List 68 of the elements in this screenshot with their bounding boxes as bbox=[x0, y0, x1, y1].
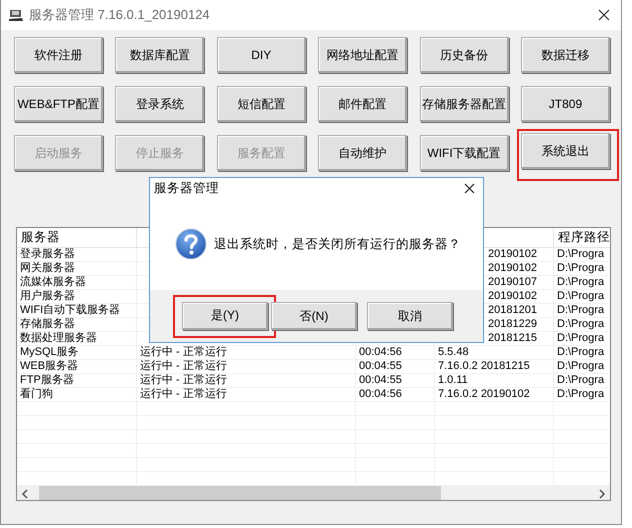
table-cell: 网关服务器 bbox=[20, 262, 75, 275]
table-cell: 流媒体服务器 bbox=[20, 276, 86, 289]
table-cell: 20190102 bbox=[488, 290, 537, 303]
dialog-button[interactable]: 取消 bbox=[367, 302, 453, 330]
table-cell: 7.16.0.2 20181215 bbox=[438, 360, 530, 373]
table-cell: 20181229 bbox=[488, 318, 537, 331]
table-cell: D:\Progra bbox=[557, 290, 604, 303]
table-cell: 登录服务器 bbox=[20, 248, 75, 261]
table-cell: MySQL服务 bbox=[20, 346, 79, 359]
window-title: 服务器管理 7.16.0.1_20190124 bbox=[29, 6, 211, 24]
dialog-button[interactable]: 是(Y) bbox=[182, 302, 268, 330]
column-header[interactable]: 服务器 bbox=[17, 228, 137, 247]
dialog-message: 退出系统时，是否关闭所有运行的服务器？ bbox=[214, 236, 461, 252]
table-cell: 20190102 bbox=[488, 248, 537, 261]
table-cell: D:\Progra bbox=[557, 262, 604, 275]
toolbar-button[interactable]: WIFI下载配置 bbox=[420, 135, 509, 171]
table-cell: 运行中 - 正常运行 bbox=[140, 388, 227, 401]
table-cell: 1.0.11 bbox=[438, 374, 468, 387]
table-cell: 7.16.0.2 20190102 bbox=[438, 388, 530, 401]
table-cell: 20190107 bbox=[488, 276, 537, 289]
table-cell: 00:04:55 bbox=[359, 374, 402, 387]
toolbar-button[interactable]: 短信配置 bbox=[216, 86, 306, 122]
table-cell: D:\Progra bbox=[557, 248, 604, 261]
table-cell: D:\Progra bbox=[557, 318, 604, 331]
table-cell: 20181201 bbox=[488, 304, 537, 317]
toolbar-button[interactable]: 邮件配置 bbox=[318, 86, 408, 122]
dialog-title: 服务器管理 bbox=[154, 180, 220, 196]
table-cell: 运行中 - 正常运行 bbox=[140, 374, 227, 387]
toolbar-button[interactable]: 软件注册 bbox=[14, 37, 103, 73]
toolbar-button[interactable]: 数据库配置 bbox=[115, 37, 204, 73]
table-cell: D:\Progra bbox=[557, 346, 604, 359]
toolbar-button[interactable]: 自动维护 bbox=[318, 135, 408, 171]
horizontal-scrollbar[interactable] bbox=[17, 486, 610, 500]
toolbar-button[interactable]: JT809 bbox=[520, 86, 610, 122]
table-cell: D:\Progra bbox=[557, 304, 604, 317]
toolbar-button[interactable]: DIY bbox=[216, 37, 306, 73]
toolbar-button[interactable]: 存储服务器配置 bbox=[420, 86, 509, 122]
table-cell: FTP服务器 bbox=[20, 374, 74, 387]
table-cell: 用户服务器 bbox=[20, 290, 75, 303]
toolbar-button[interactable]: 数据迁移 bbox=[520, 37, 610, 73]
table-cell: WEB服务器 bbox=[20, 360, 78, 373]
toolbar-button[interactable]: 系统退出 bbox=[520, 133, 610, 169]
table-cell: D:\Progra bbox=[557, 360, 604, 373]
table-cell: D:\Progra bbox=[557, 332, 604, 345]
column-header[interactable]: 程序路径 bbox=[554, 228, 610, 247]
toolbar-button[interactable]: 网络地址配置 bbox=[318, 37, 408, 73]
table-cell: 00:04:55 bbox=[359, 360, 402, 373]
toolbar-button[interactable]: WEB&FTP配置 bbox=[14, 86, 103, 122]
table-cell: 运行中 - 正常运行 bbox=[140, 346, 227, 359]
close-icon[interactable] bbox=[598, 9, 610, 21]
close-icon[interactable] bbox=[464, 182, 475, 194]
table-cell: 看门狗 bbox=[20, 388, 53, 401]
table-cell: 存储服务器 bbox=[20, 318, 75, 331]
toolbar-button[interactable]: 历史备份 bbox=[420, 37, 509, 73]
table-cell: 00:04:56 bbox=[359, 388, 402, 401]
dialog-button[interactable]: 否(N) bbox=[271, 302, 357, 330]
table-cell: 数据处理服务器 bbox=[20, 332, 97, 345]
toolbar-button[interactable]: 登录系统 bbox=[115, 86, 204, 122]
table-cell: 运行中 - 正常运行 bbox=[140, 360, 227, 373]
table-cell: D:\Progra bbox=[557, 388, 604, 401]
table-cell: 5.5.48 bbox=[438, 346, 469, 359]
question-icon bbox=[175, 228, 207, 260]
table-cell: 00:04:56 bbox=[359, 346, 402, 359]
table-cell: WIFI自动下载服务器 bbox=[20, 304, 120, 317]
table-cell: D:\Progra bbox=[557, 276, 604, 289]
table-cell: D:\Progra bbox=[557, 374, 604, 387]
table-cell: 20190102 bbox=[488, 262, 537, 275]
table-cell: 20181215 bbox=[488, 332, 537, 345]
